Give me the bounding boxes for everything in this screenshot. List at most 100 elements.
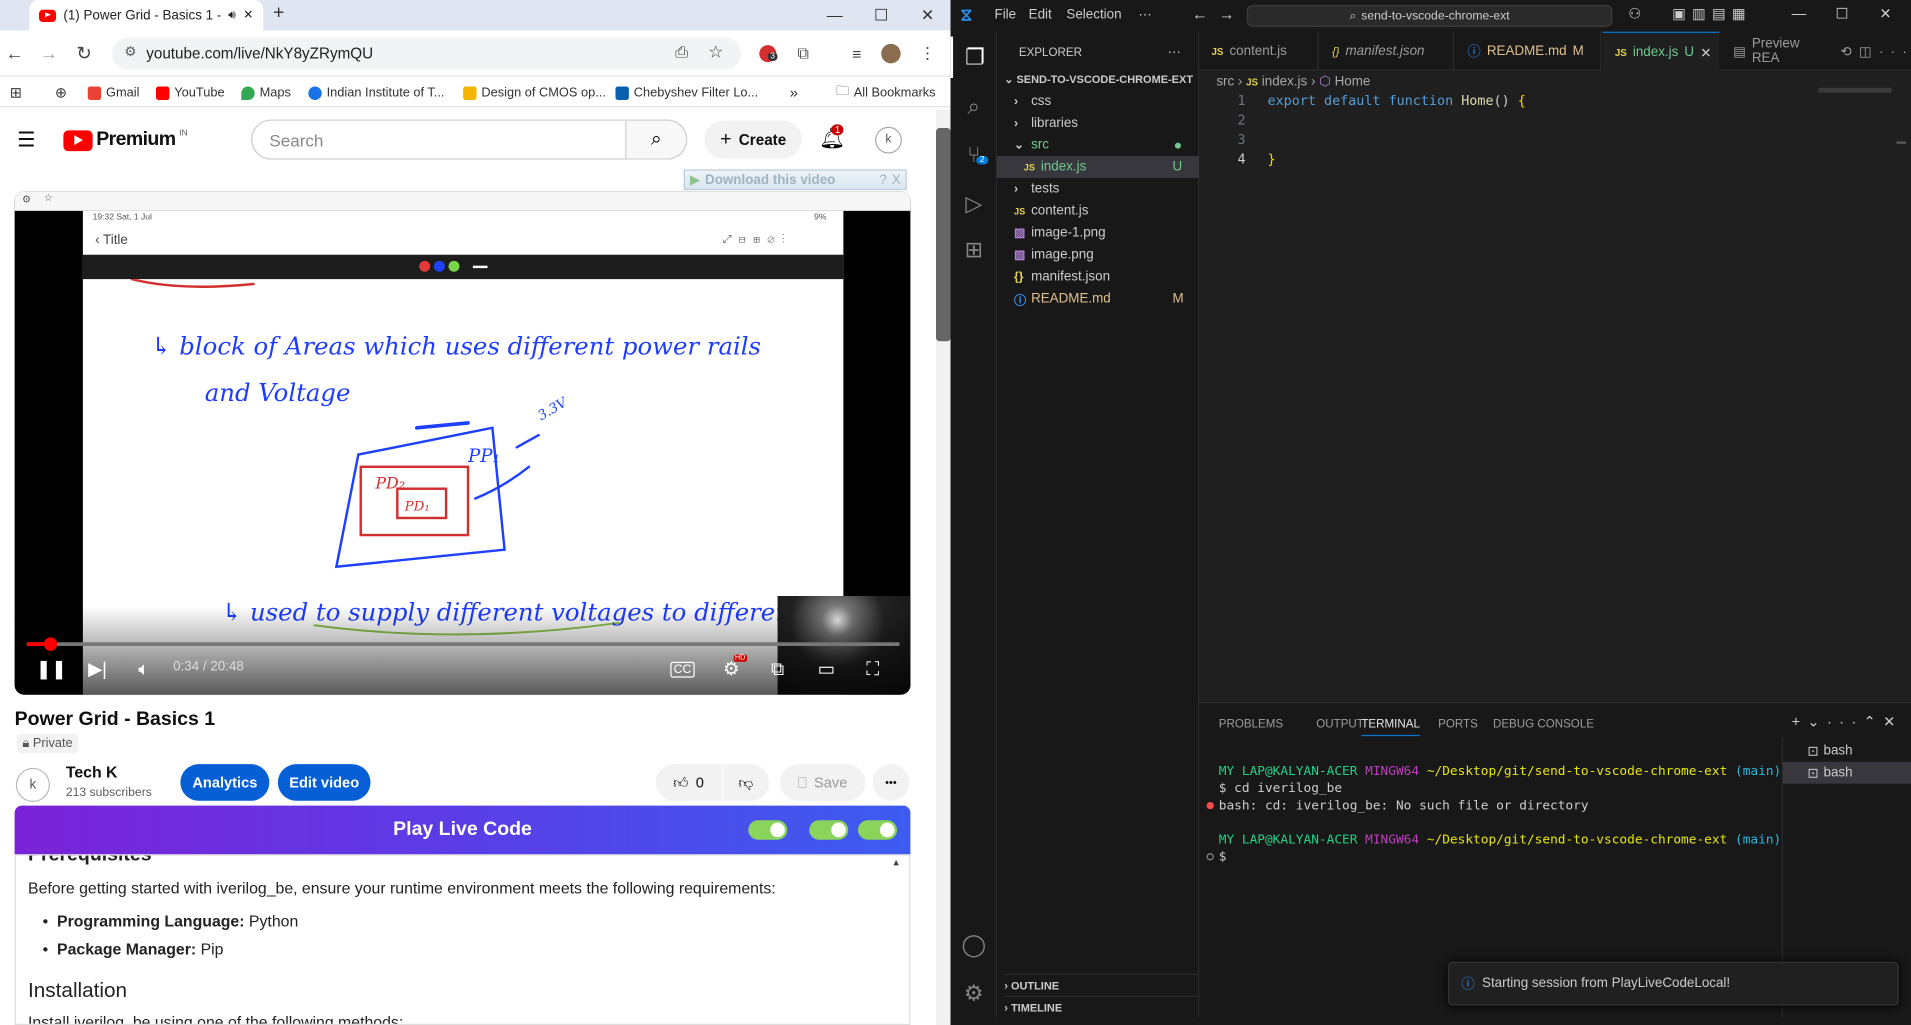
- volume-icon[interactable]: 🔈︎: [129, 654, 158, 683]
- video-player[interactable]: ⚙︎ ☆ 19:32 Sat, 1 Jul 9% ‹ Title ⤢⊟⊞⊘⋮ ↳…: [14, 191, 911, 695]
- panel-tab-terminal[interactable]: TERMINAL: [1361, 718, 1420, 737]
- download-close-button[interactable]: X: [892, 172, 906, 187]
- bookmark-gmail[interactable]: Gmail: [87, 83, 139, 103]
- terminal-instance[interactable]: ⊡ bash: [1783, 740, 1911, 762]
- youtube-search-input[interactable]: Search: [251, 119, 627, 160]
- tree-item[interactable]: ⓘ README.md M: [997, 288, 1199, 310]
- code-editor[interactable]: src › JS index.js › ⬡ Home 1 export defau…: [1199, 70, 1911, 703]
- channel-avatar[interactable]: k: [15, 767, 50, 802]
- tab-close-icon[interactable]: ✕: [243, 9, 253, 22]
- site-info-icon[interactable]: ⚙︎: [124, 44, 136, 60]
- tree-item[interactable]: JS index.js U: [996, 156, 1200, 178]
- toggle-1[interactable]: [748, 820, 788, 840]
- tree-item[interactable]: JS content.js: [997, 200, 1199, 222]
- menu-file[interactable]: File: [995, 7, 1017, 22]
- code-line[interactable]: }: [1268, 151, 1276, 167]
- bookmark-chebyshev[interactable]: Chebyshev Filter Lo...: [615, 83, 758, 103]
- extensions-icon[interactable]: ⊞: [951, 229, 997, 270]
- youtube-logo[interactable]: Premium IN: [63, 129, 188, 151]
- maximize-button[interactable]: ☐: [858, 0, 904, 30]
- miniplayer-icon[interactable]: ⧉: [763, 654, 792, 683]
- explorer-files-icon[interactable]: ❐: [950, 36, 997, 79]
- menu-selection[interactable]: Selection: [1066, 7, 1121, 22]
- search-icon[interactable]: ⌕: [626, 119, 688, 160]
- editor-scrollbar[interactable]: [1896, 141, 1907, 144]
- copilot-icon[interactable]: ⚇: [1628, 5, 1641, 22]
- project-root[interactable]: ⌄ SEND-TO-VSCODE-CHROME-EXT: [1004, 68, 1193, 90]
- tree-item[interactable]: {} manifest.json: [997, 266, 1199, 288]
- extensions-puzzle-icon[interactable]: ⧉: [792, 43, 814, 65]
- next-icon[interactable]: ▶︎|: [83, 654, 112, 683]
- notification-toast[interactable]: ⓘ Starting session from PlayLiveCodeLocal…: [1447, 961, 1899, 1006]
- editor-actions[interactable]: ⟲◫···: [1828, 32, 1911, 71]
- layout-icons[interactable]: ▣▥▤▦: [1672, 5, 1752, 22]
- bookmark-maps[interactable]: Maps: [241, 83, 291, 103]
- command-center[interactable]: ⌕ send-to-vscode-chrome-ext: [1246, 4, 1613, 27]
- terminal-command-2[interactable]: $: [1219, 849, 1227, 864]
- vscode-close-button[interactable]: ✕: [1879, 5, 1891, 22]
- bookmark-iit[interactable]: Indian Institute of T...: [308, 83, 444, 103]
- progress-bar[interactable]: [26, 642, 900, 646]
- run-debug-icon[interactable]: ▷: [951, 183, 997, 224]
- edit-video-button[interactable]: Edit video: [277, 764, 371, 801]
- captions-icon[interactable]: CC: [668, 654, 697, 683]
- tab-preview-readme[interactable]: ▤ Preview REA: [1721, 32, 1833, 71]
- breadcrumb-symbol[interactable]: Home: [1335, 74, 1371, 89]
- fullscreen-icon[interactable]: ⛶: [858, 654, 887, 683]
- more-actions-button[interactable]: •••: [872, 764, 910, 801]
- scrollbar-thumb[interactable]: [936, 127, 951, 342]
- create-button[interactable]: + Create: [704, 120, 802, 159]
- address-bar[interactable]: ⚙︎ youtube.com/live/NkY8yZRymQU ⎙ ☆: [112, 37, 741, 70]
- analytics-button[interactable]: Analytics: [180, 764, 270, 801]
- download-video-bar[interactable]: ▶ Download this video ? X: [683, 169, 907, 191]
- globe-icon[interactable]: ⊕: [55, 83, 67, 103]
- account-avatar[interactable]: k: [875, 126, 902, 154]
- breadcrumb-src[interactable]: src: [1216, 74, 1234, 89]
- channel-name[interactable]: Tech K: [66, 763, 118, 781]
- speaker-icon[interactable]: 🔊︎: [228, 9, 236, 22]
- minimize-button[interactable]: —: [812, 0, 858, 30]
- collapse-caret-icon[interactable]: ▴: [893, 856, 899, 869]
- bookmarks-overflow[interactable]: »: [790, 83, 798, 103]
- vscode-minimize-button[interactable]: —: [1792, 5, 1807, 22]
- hamburger-menu-icon[interactable]: ☰: [17, 128, 36, 152]
- reload-button[interactable]: ↻: [71, 40, 98, 67]
- new-tab-button[interactable]: +: [273, 2, 284, 24]
- download-help-button[interactable]: ?: [879, 172, 886, 187]
- account-icon[interactable]: ◯: [951, 924, 997, 965]
- readme-panel[interactable]: Prerequisites ▴ Before getting started w…: [14, 854, 911, 1025]
- menu-more[interactable]: ···: [1138, 7, 1151, 22]
- bookmark-star-icon[interactable]: ☆: [708, 41, 723, 62]
- bookmark-cmos[interactable]: Design of CMOS op...: [463, 83, 606, 103]
- panel-tab-debug-console[interactable]: DEBUG CONSOLE: [1493, 718, 1594, 731]
- pause-icon[interactable]: ❚❚: [36, 654, 67, 683]
- timeline-section[interactable]: › TIMELINE: [1004, 995, 1200, 1018]
- theater-mode-icon[interactable]: ▭: [812, 654, 841, 683]
- profile-avatar[interactable]: [880, 43, 902, 65]
- tree-item[interactable]: › css: [997, 90, 1199, 112]
- tab-index-js[interactable]: JS index.js U ✕: [1602, 31, 1720, 72]
- save-button[interactable]: ⎕ Save: [780, 764, 866, 801]
- tab-content-js[interactable]: JS content.js: [1199, 31, 1319, 71]
- panel-tab-output[interactable]: OUTPUT: [1316, 718, 1364, 731]
- extension-record-icon[interactable]: 3: [757, 43, 779, 65]
- all-bookmarks[interactable]: 🗀︎ All Bookmarks: [836, 83, 935, 103]
- tab-manifest-json[interactable]: {} manifest.json: [1320, 31, 1454, 71]
- panel-actions[interactable]: +⌄···⌃✕: [1792, 713, 1903, 730]
- vscode-maximize-button[interactable]: ☐: [1835, 5, 1848, 22]
- tree-item[interactable]: ⌄ src: [997, 134, 1199, 156]
- chrome-menu-icon[interactable]: ⋮: [917, 43, 939, 65]
- back-button[interactable]: ←: [1, 40, 28, 67]
- tab-close-icon[interactable]: ✕: [1700, 44, 1711, 61]
- close-window-button[interactable]: ✕: [904, 0, 950, 30]
- tree-item[interactable]: › libraries: [997, 112, 1199, 134]
- tab-readme-md[interactable]: ⓘ README.md M: [1455, 31, 1602, 71]
- explorer-more-icon[interactable]: ···: [1168, 41, 1181, 63]
- code-line[interactable]: export default function Home() {: [1268, 93, 1526, 109]
- browser-tab[interactable]: (1) Power Grid - Basics 1 - Y 🔊︎ ✕: [29, 0, 264, 31]
- settings-gear-icon[interactable]: ⚙︎ HD: [717, 654, 747, 683]
- forward-arrow-icon[interactable]: →: [1219, 5, 1235, 23]
- source-control-icon[interactable]: ⑂ 2: [951, 134, 997, 175]
- panel-tab-ports[interactable]: PORTS: [1438, 718, 1478, 731]
- menu-edit[interactable]: Edit: [1029, 7, 1052, 22]
